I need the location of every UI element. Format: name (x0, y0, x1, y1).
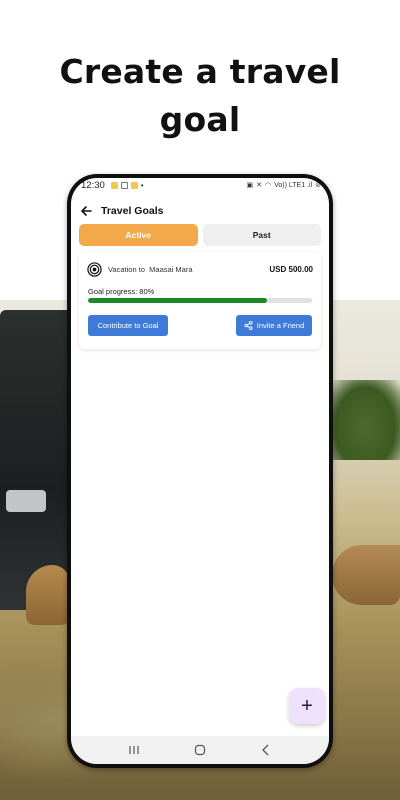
status-time: 12:30 (81, 179, 105, 191)
arrow-left-icon[interactable] (79, 204, 93, 218)
progress-bar (88, 298, 312, 303)
plus-icon: + (301, 694, 313, 717)
goal-header: Vacation to Maasai Mara USD 500.00 (87, 261, 313, 277)
invite-friend-button[interactable]: Invite a Friend (236, 315, 312, 336)
no-disturb-icon: ⊘ (315, 182, 321, 189)
notification-icon-2 (130, 181, 138, 189)
page-title: Travel Goals (101, 205, 164, 217)
goal-name: Vacation to Maasai Mara (108, 265, 193, 274)
status-bar: 12:30 • ▣ ✕ ◠ Vo)) LTE1 .il ⊘ (71, 178, 329, 192)
mute-icon: ✕ (256, 182, 263, 189)
goal-card[interactable]: Vacation to Maasai Mara USD 500.00 Goal … (79, 252, 321, 349)
goal-destination: Maasai Mara (149, 264, 193, 274)
app-header: Travel Goals (79, 202, 163, 220)
tab-past[interactable]: Past (202, 224, 321, 246)
wifi-icon: ◠ (265, 182, 272, 189)
contribute-button[interactable]: Contribute to Goal (88, 315, 168, 336)
gazelle-left (26, 565, 70, 625)
goal-tabs: Active Past (79, 224, 321, 246)
phone-frame: 12:30 • ▣ ✕ ◠ Vo)) LTE1 .il ⊘ Travel Goa… (67, 174, 333, 768)
add-goal-button[interactable]: + (289, 688, 325, 724)
back-nav-icon[interactable] (256, 740, 276, 760)
share-icon (244, 321, 253, 330)
contribute-button-label: Contribute to Goal (97, 321, 159, 330)
network-label: Vo)) LTE1 .il (274, 181, 313, 189)
status-right: ▣ ✕ ◠ Vo)) LTE1 .il ⊘ (246, 181, 321, 190)
target-icon (87, 261, 102, 277)
tab-active[interactable]: Active (79, 224, 198, 246)
notification-icon (110, 181, 118, 189)
headline: Create a travel goal (0, 48, 400, 144)
home-icon[interactable] (190, 740, 210, 760)
invite-button-label: Invite a Friend (256, 321, 305, 330)
mail-icon (120, 181, 128, 189)
goal-amount: USD 500.00 (269, 264, 313, 274)
dot-icon: • (140, 180, 144, 190)
recent-apps-icon[interactable] (124, 740, 144, 760)
vehicle-headlight (6, 490, 46, 512)
safari-vehicle (0, 310, 70, 610)
progress-label: Goal progress: 80% (88, 287, 155, 296)
goal-prefix: Vacation to (108, 264, 145, 274)
progress-fill (88, 298, 268, 303)
trees (330, 380, 400, 460)
battery-saver-icon: ▣ (246, 182, 254, 189)
gazelle-right (332, 545, 400, 605)
headline-text: Create a travel goal (59, 52, 341, 139)
phone-screen: 12:30 • ▣ ✕ ◠ Vo)) LTE1 .il ⊘ Travel Goa… (71, 178, 329, 764)
system-nav-bar (71, 736, 329, 764)
